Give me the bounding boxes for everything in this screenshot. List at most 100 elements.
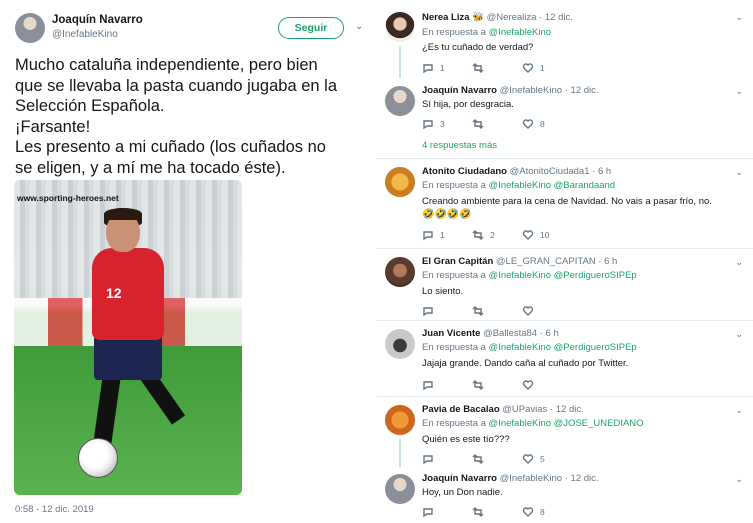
reply-author-handle[interactable]: @LE_GRAN_CAPITAN [496,256,596,267]
mention-link[interactable]: @JOSE_UNEDIANO [554,418,644,429]
reply-author-handle[interactable]: @Nerealiza [487,12,537,23]
like-icon [522,507,534,517]
like-action[interactable] [522,305,540,317]
reply-text: Creando ambiente para la cena de Navidad… [422,196,712,207]
like-action[interactable]: 8 [522,118,545,130]
avatar[interactable] [385,167,415,197]
reply-time[interactable]: 6 h [598,166,611,177]
tweet-line: Selección Española. [15,97,165,115]
author-handle[interactable]: @InefableKino [52,29,118,40]
chevron-down-icon[interactable]: ⌄ [355,21,363,32]
retweet-action[interactable] [472,379,490,391]
reply-action[interactable]: 3 [422,118,445,130]
chevron-down-icon[interactable]: ⌄ [735,12,743,23]
like-action[interactable] [522,379,540,391]
mention-link[interactable]: @InefableKino [489,418,551,429]
reply-item[interactable]: El Gran Capitán @LE_GRAN_CAPITAN · 6 h ⌄… [376,248,753,320]
reply-time[interactable]: 12 dic. [556,404,584,415]
tweet-text: Mucho cataluña independiente, pero bien … [15,55,365,178]
reply-actions: 1 1 [422,62,572,76]
reply-icon [423,508,433,518]
reply-item[interactable]: Pavia de Bacalao @UPavias · 12 dic. ⌄ En… [376,396,753,467]
reply-author-name[interactable]: Joaquín Navarro [422,85,497,96]
reply-action[interactable]: 1 [422,62,445,74]
tweet-photo[interactable]: 12 www.sporting-heroes.net [14,180,242,495]
retweet-action[interactable] [472,118,490,130]
more-replies-link[interactable]: 4 respuestas más [422,140,497,151]
chevron-down-icon[interactable]: ⌄ [735,257,743,268]
avatar[interactable] [385,86,415,116]
like-action[interactable]: 5 [522,453,545,465]
reply-icon [423,231,433,241]
avatar[interactable] [385,405,415,435]
reply-author-handle[interactable]: @Ballesta84 [483,328,537,339]
reply-author-name[interactable]: Atonito Ciudadano [422,166,507,177]
like-action[interactable]: 1 [522,62,545,74]
mention-link[interactable]: @Barandaand [554,180,615,191]
like-action[interactable]: 8 [522,506,545,518]
reply-action[interactable] [422,305,440,317]
reply-action[interactable] [422,453,440,465]
reply-time[interactable]: 12 dic. [545,12,573,23]
reply-author-name[interactable]: Pavia de Bacalao [422,404,500,415]
retweet-action[interactable] [472,453,490,465]
chevron-down-icon[interactable]: ⌄ [735,86,743,97]
mention-link[interactable]: @InefableKino [489,342,551,353]
mention-link[interactable]: @InefableKino [489,270,551,281]
retweet-action[interactable] [472,62,490,74]
reply-item[interactable]: Joaquín Navarro @InefableKino · 12 dic. … [376,78,753,158]
retweet-icon [472,63,484,73]
chevron-down-icon[interactable]: ⌄ [735,329,743,340]
shirt-number: 12 [106,285,122,301]
reply-to-line: En respuesta a @InefableKino [422,27,551,38]
retweet-action[interactable] [472,305,490,317]
reply-action[interactable] [422,379,440,391]
mention-link[interactable]: @PerdigueroSIPEp [554,342,637,353]
reply-text: ¿Es tu cuñado de verdad? [422,42,534,53]
retweet-icon [472,454,484,464]
reply-time[interactable]: 6 h [546,328,559,339]
avatar[interactable] [385,257,415,287]
like-icon [522,119,534,129]
chevron-down-icon[interactable]: ⌄ [735,167,743,178]
reply-item[interactable]: Atonito Ciudadano @AtonitoCiudada1 · 6 h… [376,158,753,248]
reply-time[interactable]: 12 dic. [571,473,599,484]
reply-author-name[interactable]: El Gran Capitán [422,256,493,267]
chevron-down-icon[interactable]: ⌄ [735,474,743,485]
mention-link[interactable]: @InefableKino [489,27,551,38]
reply-item[interactable]: Nerea Liza 🐝 @Nerealiza · 12 dic. ⌄ En r… [376,0,753,78]
author-name[interactable]: Joaquín Navarro [52,14,143,26]
reply-item[interactable]: Joaquín Navarro @InefableKino · 12 dic. … [376,466,753,523]
follow-button[interactable]: Seguir [278,17,344,39]
reply-author-handle[interactable]: @AtonitoCiudada1 [510,166,590,177]
reply-author-handle[interactable]: @InefableKino [500,473,562,484]
chevron-down-icon[interactable]: ⌄ [735,405,743,416]
photo-hair [104,208,142,220]
avatar[interactable] [385,329,415,359]
like-icon [522,63,534,73]
avatar[interactable] [15,13,45,43]
reply-action[interactable]: 1 [422,229,445,241]
reply-time[interactable]: 12 dic. [571,85,599,96]
reply-header: El Gran Capitán @LE_GRAN_CAPITAN · 6 h [422,256,618,267]
avatar[interactable] [385,12,415,42]
reply-text: Sí hija, por desgracia. [422,99,514,110]
reply-time[interactable]: 6 h [604,256,617,267]
reply-author-name[interactable]: Joaquín Navarro [422,473,497,484]
reply-action[interactable] [422,506,440,518]
reply-icon [423,307,433,317]
reply-to-line: En respuesta a @InefableKino @Barandaand [422,180,615,191]
reply-author-handle[interactable]: @UPavias [502,404,547,415]
retweet-action[interactable] [472,506,490,518]
retweet-action[interactable]: 2 [472,229,495,241]
reply-item[interactable]: Juan Vicente @Ballesta84 · 6 h ⌄ En resp… [376,320,753,396]
reply-author-handle[interactable]: @InefableKino [500,85,562,96]
tweet-timestamp[interactable]: 0:58 - 12 dic. 2019 [15,504,94,515]
mention-link[interactable]: @InefableKino [489,180,551,191]
reply-author-name[interactable]: Juan Vicente [422,328,480,339]
reply-author-name[interactable]: Nerea Liza [422,12,470,23]
reply-icon [423,64,433,74]
mention-link[interactable]: @PerdigueroSIPEp [554,270,637,281]
like-action[interactable]: 10 [522,229,549,241]
avatar[interactable] [385,474,415,504]
